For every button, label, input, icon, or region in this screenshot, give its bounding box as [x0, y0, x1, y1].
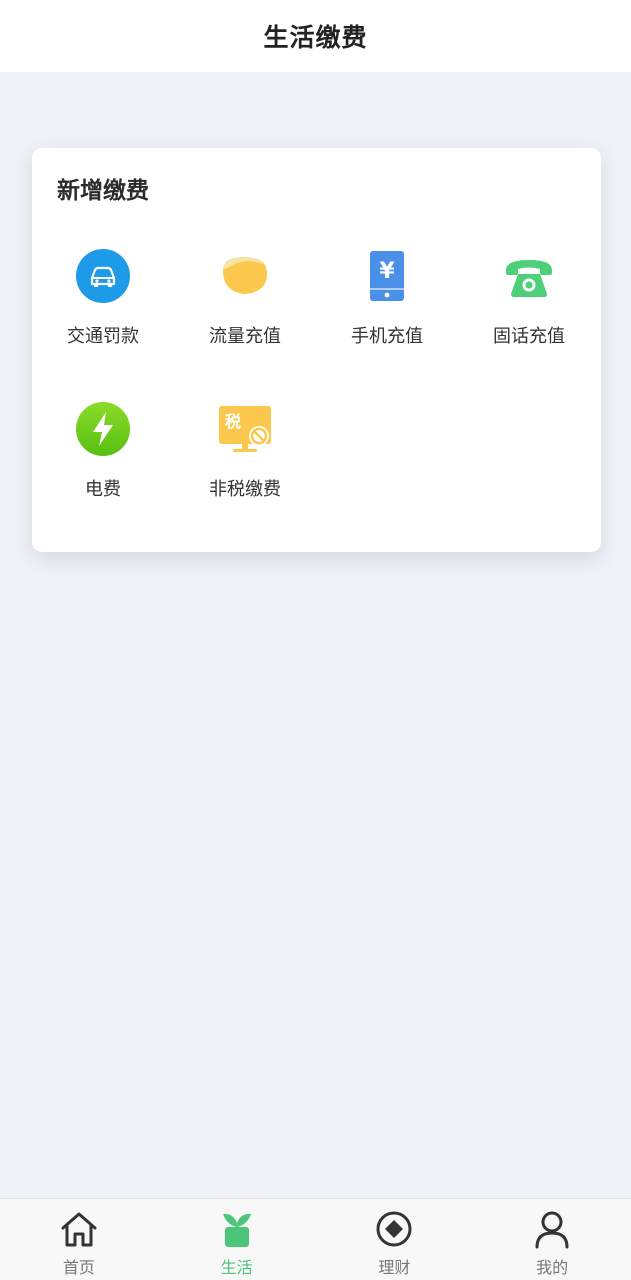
payment-item-mobile-recharge[interactable]: ¥ 手机充值	[316, 232, 458, 362]
home-icon	[57, 1207, 101, 1251]
payment-item-label: 电费	[85, 479, 121, 500]
bottom-tab-bar: 首页 生活 理财 我的	[0, 1198, 631, 1280]
finance-icon	[372, 1207, 416, 1251]
payment-item-label: 流量充值	[209, 326, 281, 347]
car-icon	[73, 246, 133, 306]
lightning-icon	[73, 399, 133, 459]
tab-label: 首页	[62, 1258, 95, 1277]
card-title: 新增缴费	[57, 178, 149, 204]
payment-item-traffic-fine[interactable]: 交通罚款	[32, 232, 174, 362]
phone-recharge-icon: ¥	[357, 246, 417, 306]
top-bar: 生活缴费	[0, 0, 631, 72]
tab-label: 生活	[220, 1258, 253, 1277]
tab-home[interactable]: 首页	[0, 1199, 158, 1280]
tab-label: 理财	[378, 1258, 411, 1277]
tab-finance[interactable]: 理财	[316, 1199, 474, 1280]
user-icon	[530, 1207, 574, 1251]
payment-item-label: 非税缴费	[209, 479, 281, 500]
payment-item-landline-recharge[interactable]: 固话充值	[458, 232, 600, 362]
payment-item-data-recharge[interactable]: 流量充值	[174, 232, 316, 362]
telephone-icon	[499, 246, 559, 306]
tax-badge-text: 税	[225, 412, 241, 431]
tab-mine[interactable]: 我的	[473, 1199, 631, 1280]
payment-item-label: 固话充值	[493, 326, 565, 347]
tab-label: 我的	[536, 1258, 569, 1277]
payment-item-non-tax[interactable]: 税 非税缴费	[174, 385, 316, 515]
data-flow-icon	[215, 246, 275, 306]
add-payment-card: 新增缴费 交通罚款 流量充值 ¥ 手机充值 固话充值 电费 税 非税缴费	[32, 148, 601, 552]
svg-text:¥: ¥	[379, 259, 395, 284]
payment-item-label: 交通罚款	[67, 326, 139, 347]
payment-item-electricity[interactable]: 电费	[32, 385, 174, 515]
page-title: 生活缴费	[263, 23, 368, 52]
payment-item-label: 手机充值	[351, 326, 423, 347]
tab-life[interactable]: 生活	[158, 1199, 316, 1280]
sprout-icon	[215, 1207, 259, 1251]
non-tax-icon: 税	[215, 399, 275, 459]
